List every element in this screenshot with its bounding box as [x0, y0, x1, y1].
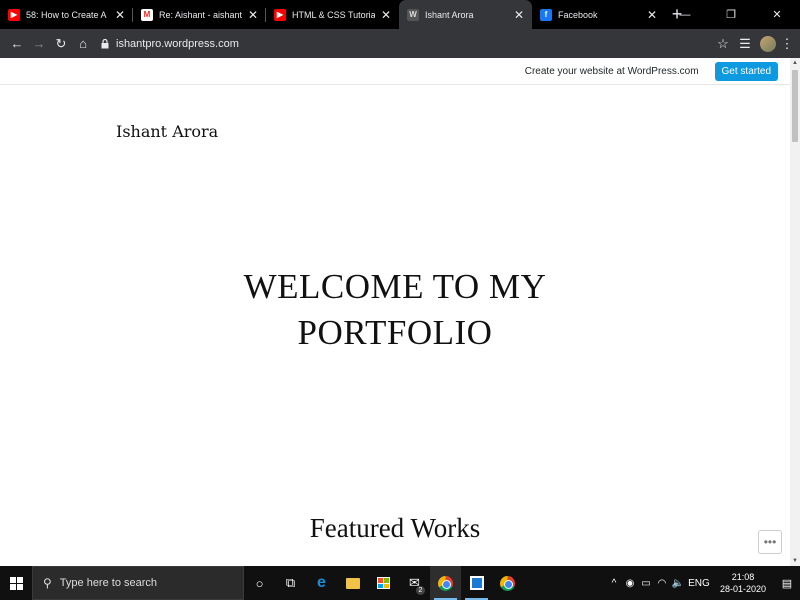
facebook-icon: f	[540, 8, 552, 21]
tab-title: 58: How to Create A PHP Co	[26, 9, 109, 20]
browser-toolbar: ← → ↻ ⌂ ishantpro.wordpress.com ☆ ☰ ⋮	[0, 29, 800, 58]
tab-ishant-arora[interactable]: W Ishant Arora ✕	[399, 0, 532, 29]
windows-logo-icon	[9, 576, 23, 590]
restore-button[interactable]: ❐	[708, 0, 754, 29]
close-tab-icon[interactable]: ✕	[514, 8, 524, 22]
url-text[interactable]: ishantpro.wordpress.com	[116, 38, 239, 50]
chrome-secondary-icon[interactable]	[492, 566, 523, 600]
reload-button[interactable]: ↻	[50, 33, 72, 55]
wordpress-icon: W	[407, 8, 419, 21]
clock-date: 28-01-2020	[719, 584, 766, 594]
bookmark-star-icon[interactable]: ☆	[712, 33, 734, 55]
browser-tab-strip: ▶ 58: How to Create A PHP Co ✕ M Re: Ais…	[0, 0, 800, 29]
task-view-icon[interactable]: ⧉	[275, 566, 306, 600]
gmail-icon: M	[141, 8, 153, 21]
scroll-down-icon[interactable]: ▼	[792, 558, 798, 564]
app-window-icon[interactable]	[461, 566, 492, 600]
file-explorer-icon[interactable]	[337, 566, 368, 600]
volume-icon[interactable]: 🔈	[670, 578, 686, 589]
minimize-button[interactable]: —	[662, 0, 708, 29]
youtube-icon: ▶	[8, 8, 20, 21]
close-tab-icon[interactable]: ✕	[115, 8, 125, 22]
system-tray: ^ ◉ ▭ ◠ 🔈 ENG 21:08 28-01-2020 ▤	[606, 566, 800, 600]
clock-time: 21:08	[731, 572, 755, 582]
chrome-icon[interactable]	[430, 566, 461, 600]
hero-heading: WELCOME TO MY PORTFOLIO	[0, 264, 790, 356]
hero-line-2: PORTFOLIO	[297, 313, 493, 352]
hero-line-1: WELCOME TO MY	[243, 267, 547, 306]
mail-icon[interactable]: ✉ 2	[399, 566, 430, 600]
close-window-button[interactable]: ✕	[754, 0, 800, 29]
lock-icon[interactable]	[98, 38, 112, 49]
featured-works-heading: Featured Works	[309, 513, 481, 543]
tab-php-video[interactable]: ▶ 58: How to Create A PHP Co ✕	[0, 0, 133, 29]
browser-menu-icon[interactable]: ⋮	[780, 36, 794, 52]
scroll-up-icon[interactable]: ▲	[792, 60, 798, 66]
windows-taskbar: ⚲ Type here to search ○ ⧉ e ✉ 2 ^ ◉ ▭ ◠ 🔈…	[0, 566, 800, 600]
page-scrollbar[interactable]: ▲ ▼	[790, 58, 800, 566]
antivirus-icon[interactable]: ◉	[622, 578, 638, 589]
language-indicator[interactable]: ENG	[686, 578, 712, 589]
wifi-icon[interactable]: ◠	[654, 578, 670, 589]
show-hidden-icons-chevron-icon[interactable]: ^	[606, 578, 622, 589]
edge-browser-icon[interactable]: e	[306, 566, 337, 600]
forward-button[interactable]: →	[28, 33, 50, 55]
wordpress-banner: Create your website at WordPress.com Get…	[0, 58, 790, 85]
close-tab-icon[interactable]: ✕	[381, 8, 391, 22]
tab-title: Re: Aishant - aishant46@gm	[159, 9, 242, 20]
tab-title: Ishant Arora	[425, 9, 474, 20]
tab-title: HTML & CSS Tutorial Transp	[292, 9, 375, 20]
mail-badge: 2	[416, 586, 425, 595]
youtube-icon: ▶	[274, 8, 286, 21]
create-website-link[interactable]: Create your website at WordPress.com	[525, 66, 699, 77]
tab-gmail[interactable]: M Re: Aishant - aishant46@gm ✕	[133, 0, 266, 29]
address-bar[interactable]: ishantpro.wordpress.com	[98, 33, 712, 55]
home-button[interactable]: ⌂	[72, 33, 94, 55]
microsoft-store-icon[interactable]	[368, 566, 399, 600]
battery-icon[interactable]: ▭	[638, 578, 654, 589]
close-tab-icon[interactable]: ✕	[248, 8, 258, 22]
more-options-button[interactable]: •••	[758, 530, 782, 554]
media-playlist-icon[interactable]: ☰	[734, 33, 756, 55]
site-title[interactable]: Ishant Arora	[116, 122, 218, 141]
window-controls: — ❐ ✕	[662, 0, 800, 29]
close-tab-icon[interactable]: ✕	[647, 8, 657, 22]
search-placeholder: Type here to search	[59, 577, 158, 589]
web-page: Create your website at WordPress.com Get…	[0, 58, 800, 566]
clock[interactable]: 21:08 28-01-2020	[720, 571, 766, 595]
cortana-icon[interactable]: ○	[244, 566, 275, 600]
back-button[interactable]: ←	[6, 33, 28, 55]
taskbar-search[interactable]: ⚲ Type here to search	[32, 566, 244, 600]
search-icon: ⚲	[43, 576, 52, 590]
profile-avatar[interactable]	[760, 35, 776, 52]
start-button[interactable]	[0, 566, 32, 600]
tab-facebook[interactable]: f Facebook ✕	[532, 0, 665, 29]
notification-center-icon[interactable]: ▤	[774, 577, 800, 590]
tab-title: Facebook	[558, 9, 598, 20]
scrollbar-thumb[interactable]	[792, 70, 798, 142]
tab-html-css-video[interactable]: ▶ HTML & CSS Tutorial Transp ✕	[266, 0, 399, 29]
get-started-button[interactable]: Get started	[714, 61, 778, 81]
